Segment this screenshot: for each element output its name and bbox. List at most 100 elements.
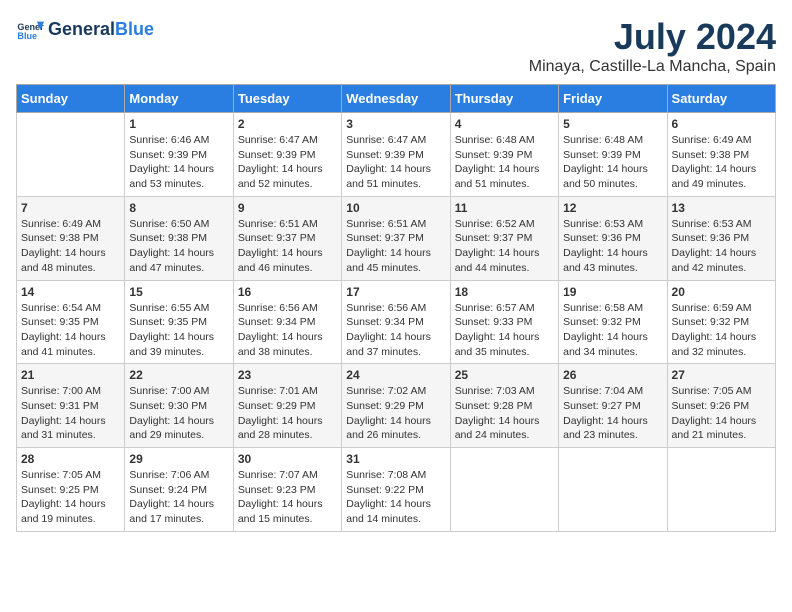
calendar-cell: 18 Sunrise: 6:57 AM Sunset: 9:33 PM Dayli… [450, 280, 558, 364]
day-number: 10 [346, 201, 445, 215]
calendar-cell [667, 448, 775, 532]
cell-content: Sunrise: 6:51 AM Sunset: 9:37 PM Dayligh… [346, 217, 445, 276]
month-title: July 2024 [529, 16, 776, 58]
calendar-cell: 27Sunrise: 7:05 AM Sunset: 9:26 PM Dayli… [667, 364, 775, 448]
day-number: 20 [672, 285, 771, 299]
day-number: 18 [455, 285, 554, 299]
day-number: 4 [455, 117, 554, 131]
calendar-cell: 5Sunrise: 6:48 AM Sunset: 9:39 PM Daylig… [559, 113, 667, 197]
cell-content: Sunrise: 6:50 AM Sunset: 9:38 PM Dayligh… [129, 217, 228, 276]
day-number: 8 [129, 201, 228, 215]
cell-content: Sunrise: 6:48 AM Sunset: 9:39 PM Dayligh… [455, 133, 554, 192]
calendar-cell: 3Sunrise: 6:47 AM Sunset: 9:39 PM Daylig… [342, 113, 450, 197]
calendar-cell: 4 Sunrise: 6:48 AM Sunset: 9:39 PM Daylig… [450, 113, 558, 197]
cell-content: Sunrise: 6:53 AM Sunset: 9:36 PM Dayligh… [563, 217, 662, 276]
calendar-cell: 23 Sunrise: 7:01 AM Sunset: 9:29 PM Dayli… [233, 364, 341, 448]
calendar-body: 1Sunrise: 6:46 AM Sunset: 9:39 PM Daylig… [17, 113, 776, 532]
calendar-cell: 12 Sunrise: 6:53 AM Sunset: 9:36 PM Dayli… [559, 196, 667, 280]
header-cell-saturday: Saturday [667, 85, 775, 113]
title-area: July 2024 Minaya, Castille-La Mancha, Sp… [529, 16, 776, 76]
header-cell-friday: Friday [559, 85, 667, 113]
calendar-cell: 13 Sunrise: 6:53 AM Sunset: 9:36 PM Dayli… [667, 196, 775, 280]
day-number: 1 [129, 117, 228, 131]
day-number: 15 [129, 285, 228, 299]
day-number: 19 [563, 285, 662, 299]
cell-content: Sunrise: 7:05 AM Sunset: 9:26 PM Dayligh… [672, 384, 771, 443]
calendar-cell: 14Sunrise: 6:54 AM Sunset: 9:35 PM Dayli… [17, 280, 125, 364]
cell-content: Sunrise: 7:06 AM Sunset: 9:24 PM Dayligh… [129, 468, 228, 527]
calendar-cell: 8 Sunrise: 6:50 AM Sunset: 9:38 PM Daylig… [125, 196, 233, 280]
cell-content: Sunrise: 7:04 AM Sunset: 9:27 PM Dayligh… [563, 384, 662, 443]
calendar-cell [559, 448, 667, 532]
day-number: 21 [21, 368, 120, 382]
cell-content: Sunrise: 6:49 AM Sunset: 9:38 PM Dayligh… [672, 133, 771, 192]
calendar-week-0: 1Sunrise: 6:46 AM Sunset: 9:39 PM Daylig… [17, 113, 776, 197]
day-number: 11 [455, 201, 554, 215]
calendar-cell: 1Sunrise: 6:46 AM Sunset: 9:39 PM Daylig… [125, 113, 233, 197]
day-number: 6 [672, 117, 771, 131]
header-cell-monday: Monday [125, 85, 233, 113]
cell-content: Sunrise: 6:58 AM Sunset: 9:32 PM Dayligh… [563, 301, 662, 360]
cell-content: Sunrise: 7:01 AM Sunset: 9:29 PM Dayligh… [238, 384, 337, 443]
header-row: SundayMondayTuesdayWednesdayThursdayFrid… [17, 85, 776, 113]
cell-content: Sunrise: 7:00 AM Sunset: 9:30 PM Dayligh… [129, 384, 228, 443]
calendar-cell: 20 Sunrise: 6:59 AM Sunset: 9:32 PM Dayli… [667, 280, 775, 364]
calendar-cell: 2 Sunrise: 6:47 AM Sunset: 9:39 PM Daylig… [233, 113, 341, 197]
calendar-cell: 29 Sunrise: 7:06 AM Sunset: 9:24 PM Dayli… [125, 448, 233, 532]
header-cell-wednesday: Wednesday [342, 85, 450, 113]
calendar-cell: 31Sunrise: 7:08 AM Sunset: 9:22 PM Dayli… [342, 448, 450, 532]
cell-content: Sunrise: 6:56 AM Sunset: 9:34 PM Dayligh… [238, 301, 337, 360]
day-number: 25 [455, 368, 554, 382]
calendar-cell: 25Sunrise: 7:03 AM Sunset: 9:28 PM Dayli… [450, 364, 558, 448]
cell-content: Sunrise: 6:57 AM Sunset: 9:33 PM Dayligh… [455, 301, 554, 360]
day-number: 26 [563, 368, 662, 382]
day-number: 3 [346, 117, 445, 131]
cell-content: Sunrise: 6:52 AM Sunset: 9:37 PM Dayligh… [455, 217, 554, 276]
calendar-week-2: 14Sunrise: 6:54 AM Sunset: 9:35 PM Dayli… [17, 280, 776, 364]
cell-content: Sunrise: 6:59 AM Sunset: 9:32 PM Dayligh… [672, 301, 771, 360]
logo-icon: General Blue [16, 16, 44, 44]
day-number: 30 [238, 452, 337, 466]
day-number: 17 [346, 285, 445, 299]
logo-blue: Blue [115, 19, 154, 39]
calendar-cell: 24Sunrise: 7:02 AM Sunset: 9:29 PM Dayli… [342, 364, 450, 448]
calendar-cell: 10 Sunrise: 6:51 AM Sunset: 9:37 PM Dayli… [342, 196, 450, 280]
calendar-cell: 21 Sunrise: 7:00 AM Sunset: 9:31 PM Dayli… [17, 364, 125, 448]
day-number: 7 [21, 201, 120, 215]
calendar-cell: 7 Sunrise: 6:49 AM Sunset: 9:38 PM Daylig… [17, 196, 125, 280]
day-number: 31 [346, 452, 445, 466]
calendar-cell: 11 Sunrise: 6:52 AM Sunset: 9:37 PM Dayli… [450, 196, 558, 280]
cell-content: Sunrise: 7:05 AM Sunset: 9:25 PM Dayligh… [21, 468, 120, 527]
day-number: 2 [238, 117, 337, 131]
logo-wordmark: GeneralBlue [48, 20, 154, 40]
calendar-cell: 16Sunrise: 6:56 AM Sunset: 9:34 PM Dayli… [233, 280, 341, 364]
calendar-week-1: 7 Sunrise: 6:49 AM Sunset: 9:38 PM Daylig… [17, 196, 776, 280]
day-number: 22 [129, 368, 228, 382]
cell-content: Sunrise: 6:53 AM Sunset: 9:36 PM Dayligh… [672, 217, 771, 276]
calendar-cell: 15Sunrise: 6:55 AM Sunset: 9:35 PM Dayli… [125, 280, 233, 364]
calendar-table: SundayMondayTuesdayWednesdayThursdayFrid… [16, 84, 776, 532]
calendar-cell: 26 Sunrise: 7:04 AM Sunset: 9:27 PM Dayli… [559, 364, 667, 448]
cell-content: Sunrise: 6:51 AM Sunset: 9:37 PM Dayligh… [238, 217, 337, 276]
day-number: 5 [563, 117, 662, 131]
header: General Blue GeneralBlue July 2024 Minay… [16, 16, 776, 76]
cell-content: Sunrise: 7:00 AM Sunset: 9:31 PM Dayligh… [21, 384, 120, 443]
cell-content: Sunrise: 6:49 AM Sunset: 9:38 PM Dayligh… [21, 217, 120, 276]
header-cell-tuesday: Tuesday [233, 85, 341, 113]
calendar-cell: 22 Sunrise: 7:00 AM Sunset: 9:30 PM Dayli… [125, 364, 233, 448]
day-number: 14 [21, 285, 120, 299]
calendar-cell: 30Sunrise: 7:07 AM Sunset: 9:23 PM Dayli… [233, 448, 341, 532]
cell-content: Sunrise: 6:47 AM Sunset: 9:39 PM Dayligh… [238, 133, 337, 192]
day-number: 23 [238, 368, 337, 382]
header-cell-thursday: Thursday [450, 85, 558, 113]
logo-general: General [48, 19, 115, 39]
day-number: 12 [563, 201, 662, 215]
calendar-cell: 19 Sunrise: 6:58 AM Sunset: 9:32 PM Dayli… [559, 280, 667, 364]
header-cell-sunday: Sunday [17, 85, 125, 113]
calendar-cell [17, 113, 125, 197]
day-number: 13 [672, 201, 771, 215]
calendar-cell: 28 Sunrise: 7:05 AM Sunset: 9:25 PM Dayli… [17, 448, 125, 532]
day-number: 28 [21, 452, 120, 466]
day-number: 29 [129, 452, 228, 466]
day-number: 9 [238, 201, 337, 215]
